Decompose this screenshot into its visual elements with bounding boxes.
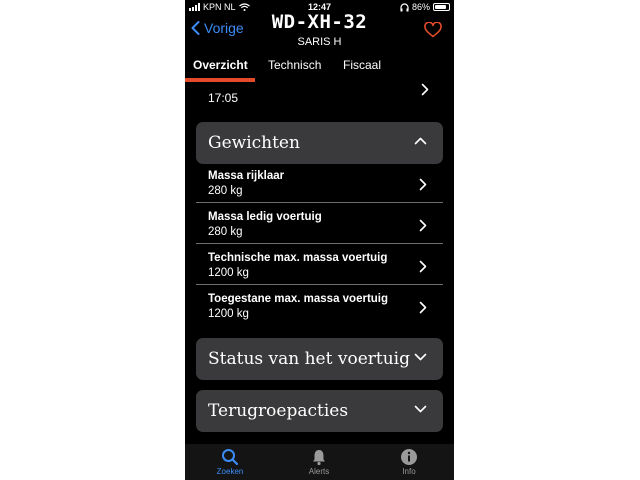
item-value: 1200 kg — [208, 267, 249, 279]
chevron-down-icon — [414, 405, 427, 413]
favorite-heart-icon[interactable] — [424, 22, 442, 38]
tabbar-label: Zoeken — [216, 467, 244, 476]
list-item-partial[interactable]: 17:05 — [196, 82, 443, 112]
item-value: 280 kg — [208, 185, 243, 197]
item-value: 1200 kg — [208, 308, 249, 320]
search-icon — [222, 449, 239, 466]
chevron-right-icon — [419, 301, 427, 314]
list-item-technische-max-massa[interactable]: Technische max. massa voertuig 1200 kg — [196, 246, 443, 287]
scroll-content[interactable]: 17:05 Gewichten Massa rijklaar 280 kg Ma… — [185, 82, 454, 444]
item-title: Massa rijklaar — [208, 170, 285, 182]
section-header-status[interactable]: Status van het voertuig — [196, 338, 443, 380]
chevron-down-icon — [414, 353, 427, 361]
tabbar-label: Info — [402, 467, 416, 476]
tabbar-label: Alerts — [308, 467, 330, 476]
battery-icon — [433, 3, 450, 11]
tabbar-item-alerts[interactable]: Alerts — [289, 448, 349, 476]
info-icon — [401, 449, 417, 465]
app-screen: KPN NL 12:47 86% Vorige WD-XH-32 SARIS H — [185, 0, 454, 480]
tab-technisch[interactable]: Technisch — [268, 58, 321, 72]
tabbar-item-zoeken[interactable]: Zoeken — [200, 448, 260, 476]
chevron-right-icon — [421, 83, 429, 96]
row-divider — [196, 243, 443, 244]
tabbar-item-info[interactable]: Info — [379, 448, 439, 476]
section-header-gewichten[interactable]: Gewichten — [196, 122, 443, 164]
section-title: Terugroepacties — [208, 401, 349, 421]
chevron-right-icon — [419, 178, 427, 191]
license-plate-title: WD-XH-32 — [271, 11, 368, 33]
bottom-tab-bar: Zoeken Alerts Info — [185, 444, 454, 480]
item-title: Toegestane max. massa voertuig — [208, 293, 389, 305]
chevron-right-icon — [419, 219, 427, 232]
vehicle-subtitle: SARIS H — [297, 36, 342, 48]
section-header-terugroepacties[interactable]: Terugroepacties — [196, 390, 443, 432]
item-title: Massa ledig voertuig — [208, 211, 322, 223]
section-title: Status van het voertuig — [208, 349, 410, 369]
chevron-right-icon — [419, 260, 427, 273]
list-item-massa-ledig[interactable]: Massa ledig voertuig 280 kg — [196, 205, 443, 246]
item-value: 280 kg — [208, 226, 243, 238]
item-title: Technische max. massa voertuig — [208, 252, 388, 264]
list-item-massa-rijklaar[interactable]: Massa rijklaar 280 kg — [196, 164, 443, 205]
tab-overzicht[interactable]: Overzicht — [193, 58, 248, 72]
bell-icon — [313, 450, 325, 466]
row-divider — [196, 284, 443, 285]
list-item-toegestane-max-massa[interactable]: Toegestane max. massa voertuig 1200 kg — [196, 287, 443, 328]
row-divider — [196, 202, 443, 203]
partial-row-value: 17:05 — [208, 91, 239, 105]
chevron-up-icon — [414, 137, 427, 145]
section-title: Gewichten — [208, 133, 300, 153]
tab-fiscaal[interactable]: Fiscaal — [343, 58, 381, 72]
